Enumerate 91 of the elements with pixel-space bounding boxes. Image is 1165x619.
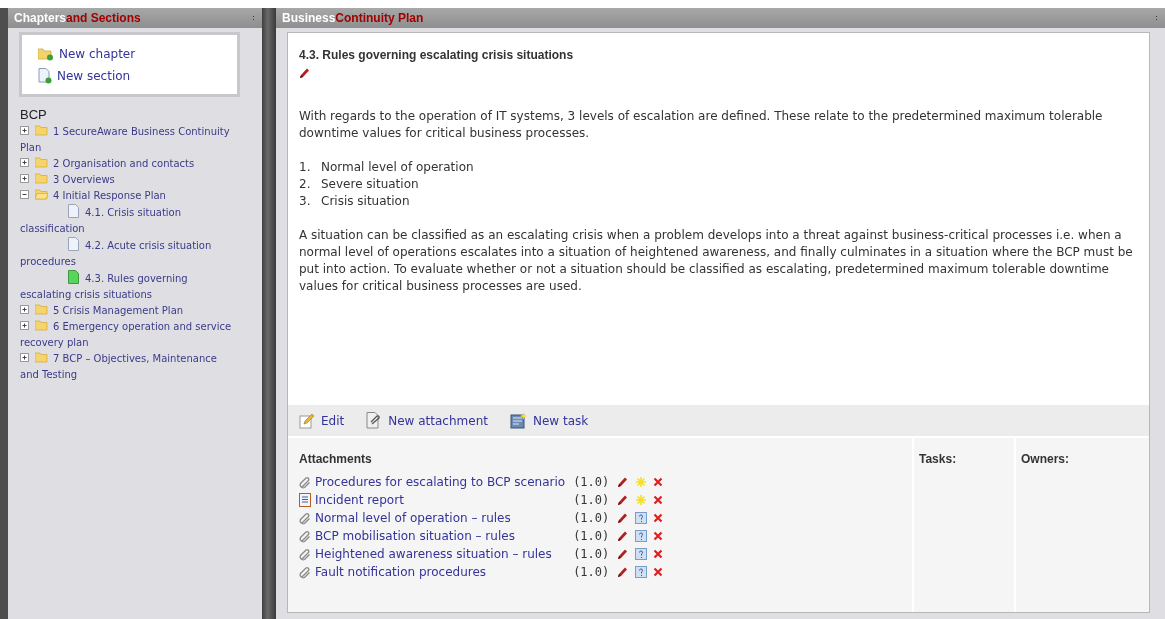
- attachment-link[interactable]: Heightened awareness situation – rules: [299, 547, 574, 561]
- version-label: (1.0): [573, 565, 610, 579]
- help-icon[interactable]: [635, 566, 648, 578]
- chapter-link[interactable]: 4 Initial Response Plan: [20, 188, 238, 204]
- paragraph: A situation can be classified as an escalating crisis when a problem develops into a threat against business-critical processes i.e. when a normal level of operations escalates into a situation of heightened awareness, and finally culminates in a situation where the BCP must be put into action. To evaluate whether or not a situation should be classified as escalating, predetermined maximum tolerable downtime values for critical business processes are used.: [299, 227, 1134, 295]
- paperclip-icon: [299, 565, 311, 579]
- list-number: 2.: [299, 176, 312, 193]
- toolbar-link[interactable]: New attachment: [366, 412, 488, 429]
- toolbar-link[interactable]: Edit: [299, 412, 345, 429]
- action-link[interactable]: New chapter: [38, 47, 221, 61]
- chapter-link[interactable]: 7 BCP – Objectives, Maintenance and Testing: [20, 351, 238, 383]
- attachment-link[interactable]: BCP mobilisation situation – rules: [299, 529, 574, 543]
- list-number: 1.: [299, 159, 312, 176]
- delete-icon[interactable]: [653, 513, 664, 523]
- section-link[interactable]: 4.1. Crisis situation classification: [20, 204, 238, 237]
- page-icon: [68, 270, 79, 284]
- pencil-icon[interactable]: [617, 566, 630, 578]
- section-title: 4.3. Rules governing escalating crisis situations: [299, 47, 575, 64]
- delete-icon[interactable]: [653, 567, 664, 577]
- collapse-toggle[interactable]: [20, 190, 29, 199]
- folder-icon: [35, 157, 48, 168]
- chapter-link[interactable]: 5 Crisis Management Plan: [20, 303, 238, 319]
- toolbar-link[interactable]: New task: [509, 412, 589, 429]
- page-icon: [68, 204, 79, 218]
- star-burst-icon[interactable]: [635, 476, 648, 488]
- paperclip-icon: [299, 547, 311, 561]
- help-icon[interactable]: [635, 548, 648, 560]
- folder-icon: [35, 304, 48, 315]
- panel-title: Chapters: [14, 11, 66, 25]
- report-icon: [299, 493, 311, 507]
- version-label: (1.0): [573, 475, 610, 489]
- version-label: (1.0): [573, 529, 610, 543]
- attachment-link[interactable]: Incident report: [299, 493, 574, 507]
- expand-toggle[interactable]: [20, 305, 29, 314]
- chapter-link[interactable]: 6 Emergency operation and service recovery plan: [20, 319, 238, 351]
- panel-title: Business: [282, 11, 336, 25]
- chapter-link[interactable]: 3 Overviews: [20, 172, 238, 188]
- chapter-link[interactable]: 1 SecureAware Business Continuity Plan: [20, 124, 238, 156]
- section-link[interactable]: 4.2. Acute crisis situation procedures: [20, 237, 238, 270]
- page-clip-icon: [366, 412, 383, 429]
- edit-icon: [299, 412, 315, 429]
- paperclip-icon: [299, 511, 311, 525]
- tree-title: BCP: [20, 107, 48, 122]
- folder-add-icon: [38, 47, 54, 61]
- pencil-icon[interactable]: [617, 476, 630, 488]
- list-item: Crisis situation: [321, 193, 410, 210]
- panel-title-accent: Continuity Plan: [335, 11, 424, 25]
- attachments-heading: Attachments: [299, 452, 373, 466]
- version-label: (1.0): [573, 547, 610, 561]
- folder-icon: [35, 320, 48, 331]
- star-burst-icon[interactable]: [635, 494, 648, 506]
- version-label: (1.0): [573, 511, 610, 525]
- delete-icon[interactable]: [653, 495, 664, 505]
- attachment-link[interactable]: Fault notification procedures: [299, 565, 574, 579]
- page-icon: [68, 237, 79, 251]
- action-link[interactable]: New section: [38, 68, 221, 84]
- paperclip-icon: [299, 529, 311, 543]
- delete-icon[interactable]: [653, 477, 664, 487]
- pencil-icon[interactable]: [617, 494, 630, 506]
- list-number: 3.: [299, 193, 312, 210]
- attachment-link[interactable]: Procedures for escalating to BCP scenario: [299, 475, 574, 489]
- attachment-link[interactable]: Normal level of operation – rules: [299, 511, 574, 525]
- paperclip-icon: [299, 475, 311, 489]
- version-label: (1.0): [573, 493, 610, 507]
- pencil-icon[interactable]: [617, 530, 630, 542]
- expand-toggle[interactable]: [20, 321, 29, 330]
- paragraph: With regards to the operation of IT systems, 3 levels of escalation are defined. These relate to the predetermined maximum tolerable downtime values for critical business processes.: [299, 108, 1104, 142]
- expand-toggle[interactable]: [20, 158, 29, 167]
- owners-heading: Owners:: [1021, 452, 1070, 466]
- help-icon[interactable]: [635, 530, 648, 542]
- list-item: Severe situation: [321, 176, 419, 193]
- panel-title-accent: and Sections: [66, 11, 141, 25]
- list-item: Normal level of operation: [321, 159, 474, 176]
- help-icon[interactable]: [635, 512, 648, 524]
- open-folder-icon: [35, 189, 48, 200]
- expand-toggle[interactable]: [20, 353, 29, 362]
- delete-icon[interactable]: [653, 531, 664, 541]
- folder-icon: [35, 352, 48, 363]
- pencil-icon[interactable]: [299, 67, 311, 79]
- tasks-heading: Tasks:: [919, 452, 958, 466]
- delete-icon[interactable]: [653, 549, 664, 559]
- chapter-link[interactable]: 2 Organisation and contacts: [20, 156, 238, 172]
- pencil-icon[interactable]: [617, 548, 630, 560]
- expand-toggle[interactable]: [20, 126, 29, 135]
- section-link[interactable]: 4.3. Rules governing escalating crisis situations: [20, 270, 238, 303]
- expand-toggle[interactable]: [20, 174, 29, 183]
- pencil-icon[interactable]: [617, 512, 630, 524]
- folder-icon: [35, 173, 48, 184]
- folder-icon: [35, 125, 48, 136]
- page-add-icon: [38, 68, 52, 84]
- task-icon: [509, 412, 527, 429]
